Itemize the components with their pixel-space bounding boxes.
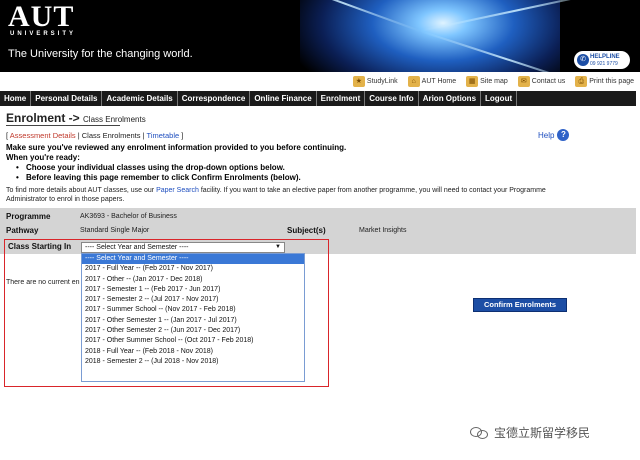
- utility-links: ★ StudyLink ⌂ AUT Home ▦ Site map ✉ Cont…: [343, 73, 634, 89]
- programme-label: Programme: [6, 212, 51, 221]
- year-semester-dropdown-list: ---- Select Year and Semester ---- 2017 …: [81, 253, 305, 382]
- dropdown-option[interactable]: 2017 - Semester 1 -- (Feb 2017 - Jun 201…: [82, 285, 304, 295]
- assessment-details-link[interactable]: Assessment Details: [10, 131, 76, 140]
- programme-value: AK3693 - Bachelor of Business: [80, 213, 177, 220]
- dropdown-option[interactable]: 2017 - Other Summer School -- (Oct 2017 …: [82, 336, 304, 346]
- dropdown-option[interactable]: ---- Select Year and Semester ----: [82, 254, 304, 265]
- instruction-line: Make sure you've reviewed any enrolment …: [6, 143, 347, 152]
- studylink-icon: ★: [352, 75, 365, 87]
- dropdown-option[interactable]: 2018 - Full Year -- (Feb 2018 - Nov 2018…: [82, 347, 304, 357]
- dropdown-option[interactable]: 2018 - Semester 2 -- (Jul 2018 - Nov 201…: [82, 357, 304, 367]
- helpline-badge[interactable]: ✆ HELPLINE 09 921 9779: [574, 51, 630, 69]
- nav-logout[interactable]: Logout: [481, 91, 518, 106]
- banner-glow-graphic: [300, 0, 560, 72]
- header-banner: AUT UNIVERSITY The University for the ch…: [0, 0, 640, 72]
- dropdown-arrow-icon: ▼: [275, 244, 281, 250]
- phone-icon: ✆: [577, 54, 589, 66]
- year-semester-select[interactable]: ---- Select Year and Semester ---- ▼: [81, 242, 285, 253]
- paper-search-link[interactable]: Paper Search: [156, 187, 199, 194]
- aut-logo-subtitle: UNIVERSITY: [10, 31, 77, 37]
- helpline-number: 09 921 9779: [590, 61, 618, 67]
- wechat-icon: [470, 426, 490, 440]
- confirm-enrolments-button[interactable]: Confirm Enrolments: [473, 298, 567, 312]
- help-icon: ?: [557, 129, 570, 141]
- info-text: To find more details about AUT classes, …: [6, 186, 566, 204]
- watermark: 宝德立斯留学移民: [470, 424, 590, 441]
- title-divider: [6, 125, 120, 126]
- util-link-label: AUT Home: [421, 77, 457, 85]
- pathway-label: Pathway: [6, 226, 39, 235]
- dropdown-option[interactable]: 2017 - Semester 2 -- (Jul 2017 - Nov 201…: [82, 295, 304, 305]
- watermark-text: 宝德立斯留学移民: [494, 426, 591, 440]
- page-title-sub: Class Enrolments: [83, 115, 146, 124]
- dropdown-option[interactable]: 2017 - Full Year -- (Feb 2017 - Nov 2017…: [82, 264, 304, 274]
- dropdown-option[interactable]: 2017 - Other -- (Jan 2017 - Dec 2018): [82, 275, 304, 285]
- page-title-main: Enrolment ->: [6, 111, 80, 125]
- nav-personal-details[interactable]: Personal Details: [31, 91, 103, 106]
- timetable-link[interactable]: Timetable: [147, 131, 180, 140]
- dropdown-option[interactable]: 2017 - Other Semester 2 -- (Jun 2017 - D…: [82, 326, 304, 336]
- dropdown-option[interactable]: 2017 - Other Semester 1 -- (Jan 2017 - J…: [82, 316, 304, 326]
- instruction-line: When you're ready:: [6, 153, 80, 162]
- util-link-home[interactable]: ⌂ AUT Home: [407, 75, 457, 87]
- class-enrolments-current: Class Enrolments: [81, 131, 141, 140]
- util-link-label: Contact us: [531, 77, 566, 85]
- sitemap-icon: ▦: [466, 75, 479, 87]
- help-label: Help: [538, 130, 555, 140]
- nav-course-info[interactable]: Course Info: [365, 91, 419, 106]
- aut-logo[interactable]: AUT: [8, 2, 74, 32]
- instruction-bullet: Before leaving this page remember to cli…: [6, 173, 346, 183]
- util-link-label: Print this page: [589, 77, 634, 85]
- util-link-print[interactable]: ⎙ Print this page: [575, 75, 634, 87]
- select-value: ---- Select Year and Semester ----: [85, 244, 189, 251]
- sub-nav-links: [ Assessment Details | Class Enrolments …: [6, 131, 184, 140]
- dropdown-option[interactable]: 2017 - Summer School -- (Nov 2017 - Feb …: [82, 305, 304, 315]
- subjects-label: Subject(s): [287, 226, 326, 235]
- nav-home[interactable]: Home: [0, 91, 32, 106]
- pathway-value: Standard Single Major: [80, 227, 150, 234]
- subjects-value: Market Insights: [359, 227, 407, 234]
- contact-icon: ✉: [517, 75, 530, 87]
- instruction-bullet: Choose your individual classes using the…: [6, 163, 346, 173]
- home-icon: ⌂: [407, 75, 420, 87]
- main-nav: Home Personal Details Academic Details C…: [0, 91, 636, 106]
- util-link-label: StudyLink: [366, 77, 398, 85]
- instructions: Make sure you've reviewed any enrolment …: [6, 143, 346, 183]
- util-link-studylink[interactable]: ★ StudyLink: [352, 75, 398, 87]
- info-text-pre: To find more details about AUT classes, …: [6, 187, 157, 194]
- help-link[interactable]: Help ?: [538, 129, 570, 141]
- util-link-contact[interactable]: ✉ Contact us: [517, 75, 566, 87]
- nav-correspondence[interactable]: Correspondence: [178, 91, 251, 106]
- print-icon: ⎙: [575, 75, 588, 87]
- nav-academic-details[interactable]: Academic Details: [102, 91, 178, 106]
- nav-enrolment[interactable]: Enrolment: [317, 91, 366, 106]
- helpline-title: HELPLINE: [590, 54, 620, 60]
- nav-online-finance[interactable]: Online Finance: [250, 91, 317, 106]
- util-link-label: Site map: [480, 77, 508, 85]
- tagline: The University for the changing world.: [8, 48, 193, 60]
- nav-arion-options[interactable]: Arion Options: [419, 91, 482, 106]
- page-title: Enrolment -> Class Enrolments: [6, 111, 146, 125]
- util-link-sitemap[interactable]: ▦ Site map: [466, 75, 508, 87]
